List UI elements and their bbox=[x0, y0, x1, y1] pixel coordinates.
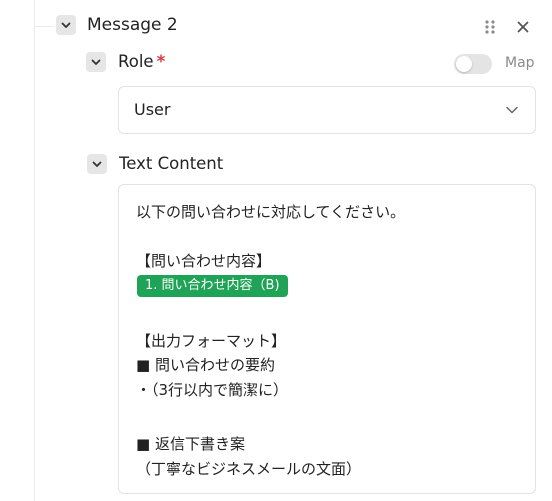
content-line: ■ 問い合わせの要約 bbox=[136, 356, 275, 374]
content-line: 以下の問い合わせに対応してください。 bbox=[136, 203, 406, 221]
required-mark: * bbox=[156, 52, 166, 71]
content-line: 【出力フォーマット】 bbox=[136, 332, 287, 350]
role-label-text: Role bbox=[118, 52, 154, 71]
content-line: ■ 返信下書き案 bbox=[136, 435, 245, 453]
content-line: 【問い合わせ内容】 bbox=[136, 252, 272, 270]
content-line: ・（3行以内で簡潔に） bbox=[136, 381, 289, 399]
role-collapse-toggle[interactable] bbox=[86, 52, 106, 72]
role-label: Role * bbox=[118, 52, 165, 71]
chevron-down-icon bbox=[61, 22, 71, 28]
chevron-down-icon bbox=[92, 161, 102, 167]
role-select-value: User bbox=[134, 100, 171, 119]
message-collapse-toggle[interactable] bbox=[56, 15, 76, 35]
map-toggle[interactable] bbox=[454, 54, 492, 74]
chevron-down-icon bbox=[91, 59, 101, 65]
message-title: Message 2 bbox=[87, 15, 178, 35]
chevron-down-icon bbox=[506, 106, 518, 114]
variable-chip[interactable]: 1. 問い合わせ内容（B) bbox=[137, 275, 288, 297]
map-toggle-knob bbox=[456, 56, 472, 72]
text-content-collapse-toggle[interactable] bbox=[87, 154, 107, 174]
tree-guide-branch bbox=[34, 26, 54, 27]
tree-guide-line bbox=[34, 0, 35, 501]
message-editor: Message 2 Role * Map User Text Content 以下… bbox=[0, 0, 552, 501]
drag-handle-icon[interactable] bbox=[484, 19, 496, 35]
content-line: （丁寧なビジネスメールの文面） bbox=[136, 460, 362, 478]
close-icon[interactable] bbox=[515, 19, 531, 35]
text-content-editor[interactable]: 以下の問い合わせに対応してください。 【問い合わせ内容】 1. 問い合わせ内容（… bbox=[118, 184, 536, 494]
role-select[interactable]: User bbox=[118, 86, 536, 134]
text-content-label: Text Content bbox=[119, 154, 224, 173]
map-label: Map bbox=[505, 55, 535, 71]
